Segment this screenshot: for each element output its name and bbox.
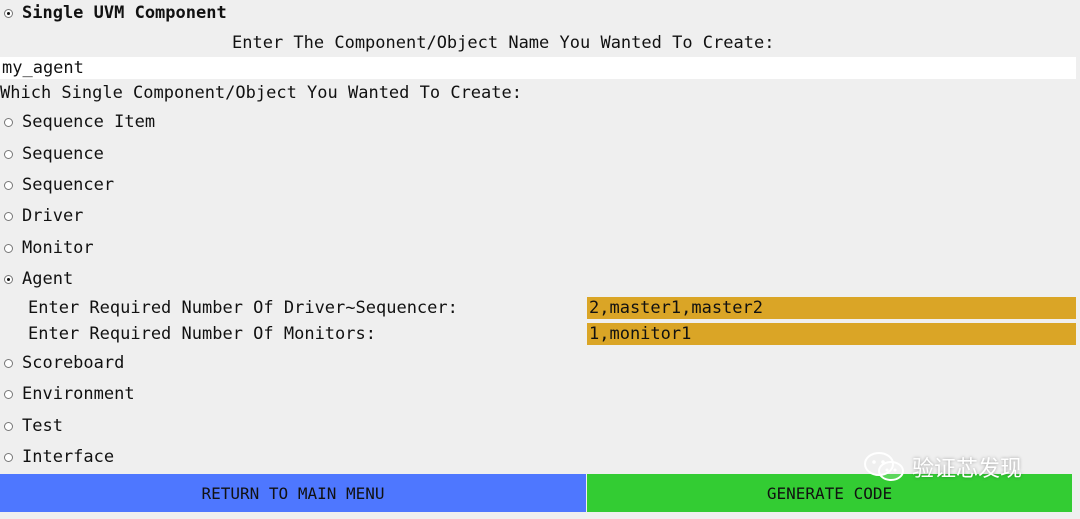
- radio-icon[interactable]: [4, 421, 13, 431]
- component-name-input[interactable]: [0, 57, 1076, 79]
- option-agent[interactable]: Agent: [0, 266, 73, 292]
- option-interface[interactable]: Interface: [0, 444, 114, 470]
- return-to-main-menu-button[interactable]: RETURN TO MAIN MENU: [0, 474, 586, 512]
- option-label: Test: [22, 416, 63, 436]
- radio-icon[interactable]: [4, 358, 13, 368]
- radio-icon[interactable]: [4, 389, 13, 399]
- option-label: Sequence: [22, 144, 104, 164]
- option-label: Interface: [22, 447, 115, 467]
- option-scoreboard[interactable]: Scoreboard: [0, 350, 124, 376]
- radio-icon[interactable]: [4, 149, 13, 159]
- mode-label: Single UVM Component: [22, 3, 227, 23]
- mode-single-uvm-component[interactable]: Single UVM Component: [0, 0, 227, 26]
- driver-sequencer-label: Enter Required Number Of Driver~Sequence…: [28, 298, 458, 318]
- option-environment[interactable]: Environment: [0, 381, 135, 407]
- option-label: Sequence Item: [22, 112, 156, 132]
- option-monitor[interactable]: Monitor: [0, 235, 94, 261]
- option-label: Scoreboard: [22, 353, 125, 373]
- option-driver[interactable]: Driver: [0, 203, 83, 229]
- radio-icon[interactable]: [4, 243, 13, 253]
- radio-icon[interactable]: [4, 452, 13, 462]
- option-sequencer[interactable]: Sequencer: [0, 172, 114, 198]
- option-label: Sequencer: [22, 175, 115, 195]
- radio-icon[interactable]: [4, 117, 13, 127]
- type-prompt: Which Single Component/Object You Wanted…: [0, 83, 522, 103]
- watermark: 验证芯发现: [862, 450, 1022, 484]
- radio-icon[interactable]: [4, 180, 13, 190]
- wechat-icon: [864, 452, 904, 481]
- radio-icon[interactable]: [4, 274, 13, 284]
- monitors-label: Enter Required Number Of Monitors:: [28, 324, 376, 344]
- option-label: Agent: [22, 269, 74, 289]
- driver-sequencer-input[interactable]: [587, 297, 1076, 319]
- option-sequence[interactable]: Sequence: [0, 141, 104, 167]
- watermark-text: 验证芯发现: [912, 457, 1023, 482]
- option-label: Monitor: [22, 238, 94, 258]
- option-label: Environment: [22, 384, 135, 404]
- radio-icon[interactable]: [4, 8, 13, 18]
- option-test[interactable]: Test: [0, 413, 63, 439]
- option-label: Driver: [22, 206, 84, 226]
- option-sequence-item[interactable]: Sequence Item: [0, 109, 155, 135]
- monitors-input[interactable]: [587, 323, 1076, 345]
- radio-icon[interactable]: [4, 211, 13, 221]
- name-prompt: Enter The Component/Object Name You Want…: [232, 33, 775, 53]
